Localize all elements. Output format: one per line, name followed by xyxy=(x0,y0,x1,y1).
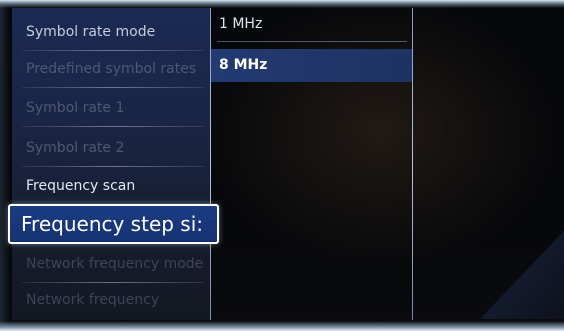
menu-item-label-focused: Frequency step si: xyxy=(21,212,204,236)
option-label: 1 MHz xyxy=(219,16,263,32)
menu-item-symbol-rate-mode[interactable]: Symbol rate mode xyxy=(12,14,210,51)
menu-item-label: Symbol rate 2 xyxy=(26,140,125,156)
tv-settings-screen: Symbol rate mode Predefined symbol rates… xyxy=(0,0,564,331)
background-decoration xyxy=(480,231,564,319)
screen-edge-glow-bottom xyxy=(0,321,564,331)
column-divider xyxy=(412,8,413,320)
settings-menu: Symbol rate mode Predefined symbol rates… xyxy=(12,8,210,320)
option-1-mhz[interactable]: 1 MHz xyxy=(211,8,412,41)
options-list: 1 MHz 8 MHz xyxy=(211,8,412,320)
menu-item-frequency-step-size[interactable]: Frequency step si: xyxy=(8,204,219,244)
menu-item-frequency-scan[interactable]: Frequency scan xyxy=(12,168,210,205)
menu-divider xyxy=(22,166,204,167)
menu-item-label: Symbol rate mode xyxy=(26,24,156,40)
menu-item-label: Predefined symbol rates xyxy=(26,61,197,77)
menu-item-label: Frequency scan xyxy=(26,178,136,194)
menu-item-network-frequency: Network frequency xyxy=(12,282,210,319)
option-8-mhz[interactable]: 8 MHz xyxy=(211,49,412,82)
menu-item-predefined-symbol-rates: Predefined symbol rates xyxy=(12,51,210,88)
menu-item-label: Network frequency mode xyxy=(26,256,204,272)
menu-item-symbol-rate-1: Symbol rate 1 xyxy=(12,90,210,127)
menu-item-network-frequency-mode: Network frequency mode xyxy=(12,246,210,283)
menu-item-label: Network frequency xyxy=(26,292,160,308)
menu-item-symbol-rate-2: Symbol rate 2 xyxy=(12,130,210,167)
screen-edge-glow-left xyxy=(0,0,10,331)
menu-divider xyxy=(22,87,204,88)
option-divider xyxy=(217,41,407,42)
screen-edge-glow-top xyxy=(0,0,564,8)
option-label: 8 MHz xyxy=(219,57,268,73)
menu-divider xyxy=(22,126,204,127)
menu-item-label: Symbol rate 1 xyxy=(26,100,125,116)
